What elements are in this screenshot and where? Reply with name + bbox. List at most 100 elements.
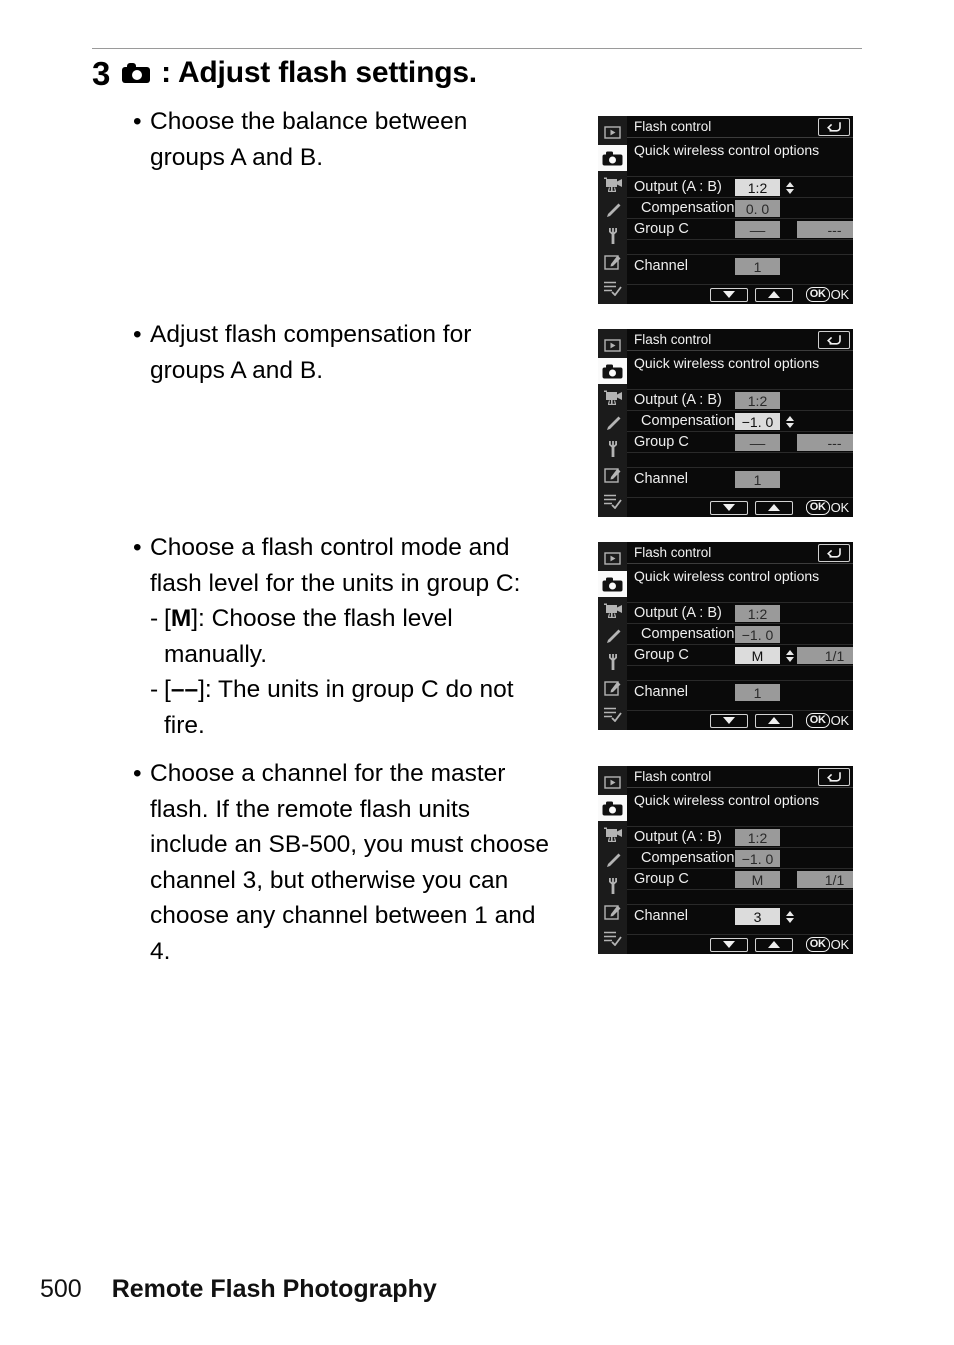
- row-group-c[interactable]: Group C –– ---: [627, 431, 853, 452]
- instruction-line: include an SB-500, you must choose: [150, 831, 550, 858]
- row-output[interactable]: Output (A : B) 1:2: [627, 176, 853, 197]
- row-group-c[interactable]: Group C –– ---: [627, 218, 853, 239]
- up-arrow-button[interactable]: [754, 937, 793, 952]
- retouch-menu-icon[interactable]: [598, 899, 627, 925]
- custom-settings-pencil-icon[interactable]: [598, 197, 627, 223]
- playback-icon[interactable]: [598, 332, 627, 358]
- up-arrow-button[interactable]: [754, 713, 793, 728]
- bullet-spacer: [133, 566, 150, 602]
- output-value[interactable]: 1:2: [735, 392, 780, 409]
- row-output[interactable]: Output (A : B) 1:2: [627, 389, 853, 410]
- retouch-menu-icon[interactable]: [598, 462, 627, 488]
- row-compensation[interactable]: Compensation 0. 0: [627, 197, 853, 218]
- row-group-c[interactable]: Group C M 1/1: [627, 868, 853, 889]
- custom-settings-pencil-icon[interactable]: [598, 623, 627, 649]
- compensation-value[interactable]: −1. 0: [735, 850, 780, 867]
- setup-wrench-icon[interactable]: [598, 223, 627, 249]
- photo-shooting-menu-icon[interactable]: [598, 795, 627, 821]
- down-arrow-button[interactable]: [709, 713, 748, 728]
- group-c-mode-value[interactable]: M: [735, 871, 780, 888]
- row-output[interactable]: Output (A : B) 1:2: [627, 602, 853, 623]
- row-channel[interactable]: Channel 1: [627, 467, 853, 490]
- custom-settings-pencil-icon[interactable]: [598, 410, 627, 436]
- playback-icon[interactable]: [598, 769, 627, 795]
- return-arrow-icon[interactable]: [818, 330, 850, 349]
- row-compensation[interactable]: Compensation −1. 0: [627, 847, 853, 868]
- retouch-menu-icon[interactable]: [598, 675, 627, 701]
- setup-wrench-icon[interactable]: [598, 436, 627, 462]
- screen-subtitle: Quick wireless control options: [634, 141, 820, 158]
- playback-icon[interactable]: [598, 545, 627, 571]
- retouch-menu-icon[interactable]: [598, 249, 627, 275]
- group-c-mode-value[interactable]: M: [735, 647, 780, 664]
- value-stepper-icon[interactable]: [784, 413, 796, 430]
- row-output[interactable]: Output (A : B) 1:2: [627, 826, 853, 847]
- movie-shooting-menu-icon[interactable]: [598, 821, 627, 847]
- recent-settings-icon[interactable]: [598, 701, 627, 727]
- recent-settings-icon[interactable]: [598, 275, 627, 301]
- ok-button-glyph: OK: [805, 937, 830, 952]
- row-group-c[interactable]: Group C M 1/1: [627, 644, 853, 665]
- down-arrow-button[interactable]: [709, 287, 748, 302]
- screen-title: Flash control: [634, 769, 712, 784]
- row-compensation[interactable]: Compensation −1. 0: [627, 410, 853, 431]
- movie-shooting-menu-icon[interactable]: [598, 384, 627, 410]
- ok-control[interactable]: OK OK: [805, 937, 849, 952]
- ok-control[interactable]: OK OK: [805, 287, 849, 302]
- down-arrow-button[interactable]: [709, 937, 748, 952]
- channel-value[interactable]: 1: [735, 471, 780, 488]
- group-c-level-value[interactable]: ---: [797, 221, 853, 238]
- movie-shooting-menu-icon[interactable]: [598, 597, 627, 623]
- output-value[interactable]: 1:2: [735, 605, 780, 622]
- value-stepper-icon[interactable]: [784, 908, 796, 925]
- setup-wrench-icon[interactable]: [598, 873, 627, 899]
- group-c-level-value[interactable]: 1/1: [797, 871, 853, 888]
- up-arrow-button[interactable]: [754, 500, 793, 515]
- return-arrow-icon[interactable]: [818, 767, 850, 786]
- menu-rail: [598, 542, 627, 730]
- group-c-mode-value[interactable]: ––: [735, 221, 780, 238]
- photo-shooting-menu-icon[interactable]: [598, 571, 627, 597]
- playback-icon[interactable]: [598, 119, 627, 145]
- down-arrow-button[interactable]: [709, 500, 748, 515]
- output-value[interactable]: 1:2: [735, 179, 780, 196]
- row-channel[interactable]: Channel 1: [627, 254, 853, 277]
- row-channel[interactable]: Channel 3: [627, 904, 853, 927]
- ok-control[interactable]: OK OK: [805, 713, 849, 728]
- sub-dash-glyph: -: [150, 676, 159, 703]
- screen-body: Flash control Quick wireless control opti…: [627, 116, 853, 304]
- row-group-c-label: Group C: [634, 434, 689, 450]
- ok-control[interactable]: OK OK: [805, 500, 849, 515]
- channel-value[interactable]: 1: [735, 684, 780, 701]
- value-stepper-icon[interactable]: [784, 647, 796, 664]
- row-channel[interactable]: Channel 1: [627, 680, 853, 703]
- output-value[interactable]: 1:2: [735, 829, 780, 846]
- row-channel-label: Channel: [634, 471, 689, 487]
- photo-shooting-menu-icon[interactable]: [598, 358, 627, 384]
- return-arrow-icon[interactable]: [818, 117, 850, 136]
- row-compensation[interactable]: Compensation −1. 0: [627, 623, 853, 644]
- channel-value[interactable]: 1: [735, 258, 780, 275]
- recent-settings-icon[interactable]: [598, 925, 627, 951]
- recent-settings-icon[interactable]: [598, 488, 627, 514]
- channel-value[interactable]: 3: [735, 908, 780, 925]
- value-stepper-icon[interactable]: [784, 179, 796, 196]
- setup-wrench-icon[interactable]: [598, 649, 627, 675]
- group-c-level-value[interactable]: 1/1: [797, 647, 853, 664]
- sub-instruction-line: [––]: The units in group C do not: [164, 672, 520, 708]
- return-arrow-icon[interactable]: [818, 543, 850, 562]
- movie-shooting-menu-icon[interactable]: [598, 171, 627, 197]
- custom-settings-pencil-icon[interactable]: [598, 847, 627, 873]
- group-c-mode-value[interactable]: ––: [735, 434, 780, 451]
- screen-header: Flash control: [627, 329, 853, 351]
- group-c-level-value[interactable]: ---: [797, 434, 853, 451]
- sub-list-item-cont: manually.: [133, 637, 520, 673]
- screen-subtitle: Quick wireless control options: [634, 567, 820, 584]
- up-arrow-button[interactable]: [754, 287, 793, 302]
- photo-shooting-menu-icon[interactable]: [598, 145, 627, 171]
- step-number: 3: [92, 54, 111, 92]
- compensation-value[interactable]: −1. 0: [735, 626, 780, 643]
- compensation-value[interactable]: 0. 0: [735, 200, 780, 217]
- compensation-value[interactable]: −1. 0: [735, 413, 780, 430]
- screen-body: Flash control Quick wireless control opti…: [627, 766, 853, 954]
